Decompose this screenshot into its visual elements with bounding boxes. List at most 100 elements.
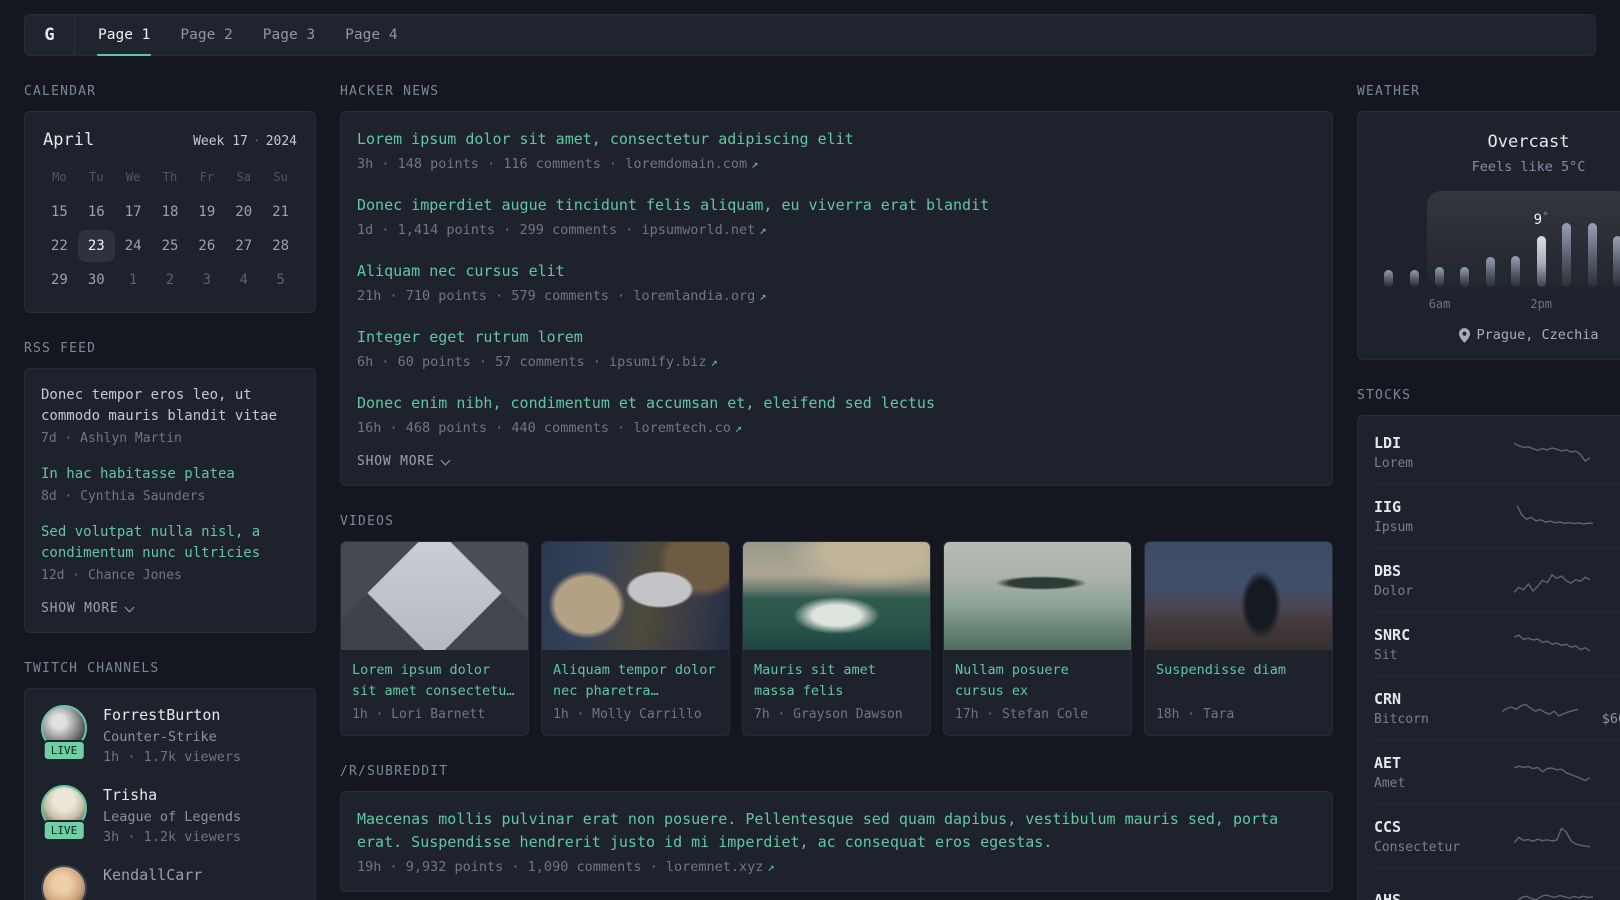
story-source-link[interactable]: ipsumify.biz ↗	[609, 354, 718, 370]
channel-name-link[interactable]: ForrestBurton	[103, 706, 241, 724]
story-source-link[interactable]: ipsumworld.net ↗	[641, 222, 766, 238]
video-title-link[interactable]: Mauris sit amet massa felis	[754, 660, 919, 702]
story-link[interactable]: Integer eget rutrum lorem	[357, 326, 1316, 349]
calendar-day-header: Fr	[199, 170, 215, 184]
video-title-link[interactable]: Aliquam tempor dolor nec pharetra…	[553, 660, 718, 702]
dot-separator	[253, 134, 261, 149]
twitch-channel-row[interactable]: LIVE Trisha League of Legends 3h · 1.2k vie…	[41, 785, 299, 845]
video-card[interactable]: Mauris sit amet massa felis 7h · Grayson …	[742, 541, 931, 736]
video-thumbnail[interactable]	[542, 542, 729, 650]
hackernews-list: Lorem ipsum dolor sit amet, consectetur …	[357, 128, 1316, 436]
story-source-link[interactable]: loremtech.co ↗	[633, 420, 742, 436]
video-card[interactable]: Lorem ipsum dolor sit amet consectetu… 1h…	[340, 541, 529, 736]
stock-identity: CCS Consectetur	[1374, 818, 1478, 855]
external-link-icon: ↗	[710, 355, 718, 369]
story-source-link[interactable]: loremnet.xyz ↗	[666, 859, 775, 875]
weather-bar-column	[1554, 191, 1579, 287]
video-card-body: Aliquam tempor dolor nec pharetra… 1h · M…	[542, 650, 729, 735]
calendar-day: 30	[87, 272, 105, 288]
calendar-year: 2024	[265, 134, 297, 149]
external-link-icon: ↗	[751, 157, 759, 171]
source-domain: loremdomain.com	[625, 156, 748, 172]
channel-category: Counter-Strike	[103, 729, 217, 745]
channel-info: ForrestBurton Counter-Strike 1h · 1.7k vie…	[103, 705, 241, 765]
video-thumbnail[interactable]	[1145, 542, 1332, 650]
calendar-day: 1	[128, 272, 138, 288]
calendar-day: 19	[198, 204, 216, 220]
video-thumbnail[interactable]	[944, 542, 1131, 650]
calendar-day-header: Sa	[236, 170, 251, 184]
stock-name: Sit	[1374, 648, 1398, 663]
live-badge: LIVE	[42, 740, 86, 761]
story-link[interactable]: Donec imperdiet augue tincidunt felis al…	[357, 194, 1316, 217]
hackernews-show-more-button[interactable]: SHOW MORE	[357, 454, 451, 469]
weather-bar-column	[1579, 191, 1604, 287]
tab-page-4[interactable]: Page 4	[330, 15, 412, 55]
stock-row[interactable]: IIGIpsum+2.84%$42.04	[1374, 484, 1620, 548]
calendar-day: 18	[161, 204, 179, 220]
video-title-link[interactable]: Lorem ipsum dolor sit amet consectetu…	[352, 660, 517, 702]
calendar-day: 27	[235, 238, 253, 254]
video-meta: 1h · Molly Carrillo	[553, 707, 702, 722]
twitch-channel-row[interactable]: LIVE ForrestBurton Counter-Strike 1h · 1.7k…	[41, 705, 299, 765]
weather-bar	[1587, 223, 1597, 287]
weather-bar-column	[1503, 191, 1528, 287]
video-title-link[interactable]: Nullam posuere cursus ex	[955, 660, 1120, 702]
tab-page-2[interactable]: Page 2	[165, 15, 247, 55]
story-link[interactable]: Donec enim nibh, condimentum et accumsan…	[357, 392, 1316, 415]
calendar-day: 17	[124, 204, 142, 220]
stock-row[interactable]: AETAmet+0.92%$499.72	[1374, 740, 1620, 804]
app-logo[interactable]: G	[25, 15, 75, 55]
tab-page-3[interactable]: Page 3	[248, 15, 330, 55]
video-thumbnail[interactable]	[341, 542, 528, 650]
twitch-channel-row[interactable]: KendallCarr	[41, 865, 299, 900]
stock-row[interactable]: AHS+0.46%	[1374, 868, 1620, 900]
video-title-link[interactable]: Suspendisse diam	[1156, 660, 1321, 702]
time-axis-labels: 6am2pm10pm	[1376, 295, 1620, 313]
video-card[interactable]: Aliquam tempor dolor nec pharetra… 1h · M…	[541, 541, 730, 736]
location-pin-icon	[1458, 327, 1470, 343]
stock-sparkline-wrap	[1478, 435, 1620, 471]
stock-name: Dolor	[1374, 584, 1414, 599]
channel-name-link[interactable]: Trisha	[103, 786, 241, 804]
rss-section-title: RSS FEED	[24, 341, 97, 356]
external-link-icon: ↗	[767, 860, 775, 874]
stock-row[interactable]: SNRCSit+1.36%$148.64	[1374, 612, 1620, 676]
channel-avatar-wrap: LIVE	[41, 705, 87, 761]
stock-row[interactable]: CCSConsectetur+0.51%$165.84	[1374, 804, 1620, 868]
weather-section-title: WEATHER	[1357, 84, 1421, 99]
weather-bar-column	[1427, 191, 1452, 287]
chevron-down-icon	[440, 455, 451, 465]
stock-row[interactable]: CRN Bitcorn -1.00% $66,171.48	[1374, 676, 1620, 740]
story-link[interactable]: Aliquam nec cursus elit	[357, 260, 1316, 283]
story-source-link[interactable]: loremlandia.org ↗	[633, 288, 766, 304]
article-link[interactable]: Sed volutpat nulla nisl, a condimentum n…	[41, 522, 299, 564]
article-link[interactable]: Donec tempor eros leo, ut commodo mauris…	[41, 385, 299, 427]
story-meta: 1d · 1,414 points · 299 comments · ipsum…	[357, 222, 1316, 238]
stock-row[interactable]: DBSDolor+1.42%$156.28	[1374, 548, 1620, 612]
stock-row[interactable]: LDILorem+4.35%$795.18	[1374, 421, 1620, 484]
stock-sparkline-wrap	[1478, 563, 1620, 599]
hackernews-section-title: HACKER NEWS	[340, 84, 440, 99]
calendar-day: 28	[272, 238, 289, 254]
article-link[interactable]: In hac habitasse platea	[41, 464, 299, 485]
video-thumbnail[interactable]	[743, 542, 930, 650]
channel-category: League of Legends	[103, 809, 242, 825]
story-source-link[interactable]: loremdomain.com ↗	[625, 156, 758, 172]
left-column: CALENDAR April Week 172024 MoTuWeThFrSaS…	[24, 84, 316, 900]
hackernews-item: Integer eget rutrum lorem 6h · 60 points …	[357, 326, 1316, 370]
video-card[interactable]: Nullam posuere cursus ex 17h · Stefan Col…	[943, 541, 1132, 736]
calendar-day-today: 23	[77, 230, 115, 262]
rss-show-more-button[interactable]: SHOW MORE	[41, 601, 135, 616]
channel-name-link[interactable]: KendallCarr	[103, 866, 202, 884]
story-link[interactable]: Maecenas mollis pulvinar erat non posuer…	[357, 808, 1316, 854]
video-card[interactable]: Suspendisse diam 18h · Tara	[1144, 541, 1333, 736]
hackernews-card: Lorem ipsum dolor sit amet, consectetur …	[340, 111, 1333, 486]
stock-sparkline	[1514, 442, 1591, 462]
tab-page-1[interactable]: Page 1	[83, 15, 165, 56]
top-navigation-bar: G Page 1 Page 2 Page 3 Page 4	[24, 14, 1596, 56]
story-link[interactable]: Lorem ipsum dolor sit amet, consectetur …	[357, 128, 1316, 151]
stock-sparkline-wrap	[1478, 819, 1620, 855]
stock-sparkline-wrap	[1478, 499, 1620, 535]
weather-widget: WEATHER Overcast Feels like 5°C 9° 6am 2p…	[1357, 84, 1620, 360]
